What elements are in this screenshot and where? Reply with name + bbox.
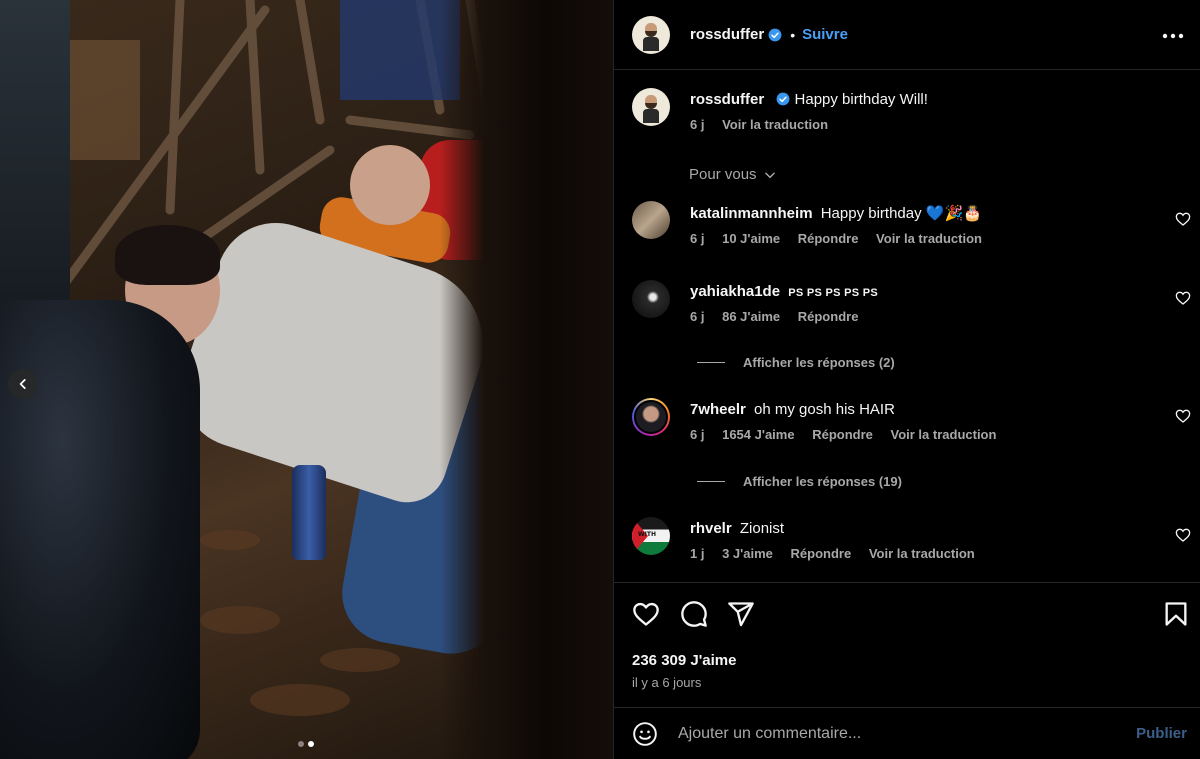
separator-dot: • [790, 26, 796, 43]
reply-button[interactable]: Répondre [798, 231, 859, 246]
post-header: rossduffer • Suivre [614, 0, 1200, 70]
avatar-flag-text: WITH [638, 531, 656, 538]
show-replies-button[interactable]: Afficher les réponses (19) [697, 474, 902, 489]
film-camera [0, 300, 200, 759]
caption-author-avatar[interactable] [632, 88, 670, 126]
comment-text: oh my gosh his HAIR [754, 401, 895, 418]
comment-text: Happy birthday 💙🎉🎂 [820, 205, 982, 222]
follow-button[interactable]: Suivre [802, 26, 848, 43]
caption-text: Happy birthday Will! [794, 91, 928, 108]
commenter-avatar-story[interactable] [632, 398, 670, 436]
caption-age: 6 j [690, 117, 705, 132]
commenter-username[interactable]: yahiakha1de [690, 283, 780, 300]
show-replies-label: Afficher les réponses (2) [743, 355, 895, 370]
post-photo [0, 0, 613, 759]
author-username[interactable]: rossduffer [690, 26, 764, 43]
caption-username[interactable]: rossduffer [690, 91, 764, 108]
commenter-username[interactable]: katalinmannheim [690, 205, 813, 222]
post-timestamp: il y a 6 jours [632, 675, 702, 690]
carousel-dot[interactable] [298, 741, 304, 747]
commenter-username[interactable]: 7wheelr [690, 401, 746, 418]
reply-button[interactable]: Répondre [798, 309, 859, 324]
comment-item: yahiakha1de PS PS PS PS PS 6 j 86 J'aime… [632, 280, 1200, 324]
reply-button[interactable]: Répondre [812, 427, 873, 442]
bookmark-icon[interactable] [1162, 600, 1190, 628]
carousel-dot-active[interactable] [308, 741, 314, 747]
reply-button[interactable]: Répondre [791, 546, 852, 561]
comment-icon[interactable] [680, 600, 708, 628]
translate-link[interactable]: Voir la traduction [876, 231, 982, 246]
comment-age: 6 j [690, 309, 705, 324]
share-icon[interactable] [727, 600, 755, 628]
comment-item: 7wheelr oh my gosh his HAIR 6 j 1654 J'a… [632, 398, 1200, 442]
heart-icon[interactable] [1175, 211, 1191, 227]
like-heart-icon[interactable] [632, 600, 660, 628]
comment-text: Zionist [739, 520, 785, 537]
carousel-prev-button[interactable] [8, 369, 38, 399]
comment-sort-dropdown[interactable]: Pour vous [689, 166, 777, 183]
heart-icon[interactable] [1175, 408, 1191, 424]
translate-link[interactable]: Voir la traduction [891, 427, 997, 442]
caption-translate-link[interactable]: Voir la traduction [722, 117, 828, 132]
heart-icon[interactable] [1175, 290, 1191, 306]
comment-age: 1 j [690, 546, 705, 561]
likes-count[interactable]: 236 309 J'aime [632, 652, 737, 669]
comment-age: 6 j [690, 427, 705, 442]
chevron-down-icon [764, 172, 775, 178]
comment-item: WITH rhvelr Zionist 1 j 3 J'aime Répondr… [632, 517, 1200, 561]
author-avatar[interactable] [632, 15, 670, 54]
comment-age: 6 j [690, 231, 705, 246]
water-bottle [292, 465, 326, 560]
commenter-avatar[interactable]: WITH [632, 517, 670, 555]
comment-item: katalinmannheim Happy birthday 💙🎉🎂 6 j 1… [632, 201, 1200, 246]
verified-badge-icon [768, 28, 782, 42]
comment-sort-label: Pour vous [689, 166, 757, 183]
more-options-icon[interactable] [1161, 24, 1185, 48]
comment-likes[interactable]: 86 J'aime [722, 309, 780, 324]
commenter-avatar[interactable] [632, 280, 670, 318]
post-details-panel: rossduffer • Suivre rossduffer Happy bir… [613, 0, 1200, 759]
comment-likes[interactable]: 1654 J'aime [722, 427, 794, 442]
show-replies-label: Afficher les réponses (19) [743, 474, 902, 489]
show-replies-button[interactable]: Afficher les réponses (2) [697, 355, 895, 370]
heart-icon[interactable] [1175, 527, 1191, 543]
post-actions: 236 309 J'aime il y a 6 jours [614, 582, 1200, 707]
add-comment-bar: Publier [614, 707, 1200, 759]
post-caption: rossduffer Happy birthday Will! 6 j Voir… [632, 88, 928, 132]
emoji-icon[interactable] [632, 721, 658, 747]
comment-input[interactable] [678, 724, 1098, 743]
comment-likes[interactable]: 3 J'aime [722, 546, 773, 561]
comment-likes[interactable]: 10 J'aime [722, 231, 780, 246]
commenter-avatar[interactable] [632, 201, 670, 239]
carousel-indicator [298, 741, 314, 747]
comment-text: PS PS PS PS PS [788, 287, 879, 299]
publish-button[interactable]: Publier [1136, 725, 1187, 742]
chevron-left-icon [19, 379, 26, 389]
commenter-username[interactable]: rhvelr [690, 520, 732, 537]
translate-link[interactable]: Voir la traduction [869, 546, 975, 561]
verified-badge-icon [776, 92, 790, 106]
